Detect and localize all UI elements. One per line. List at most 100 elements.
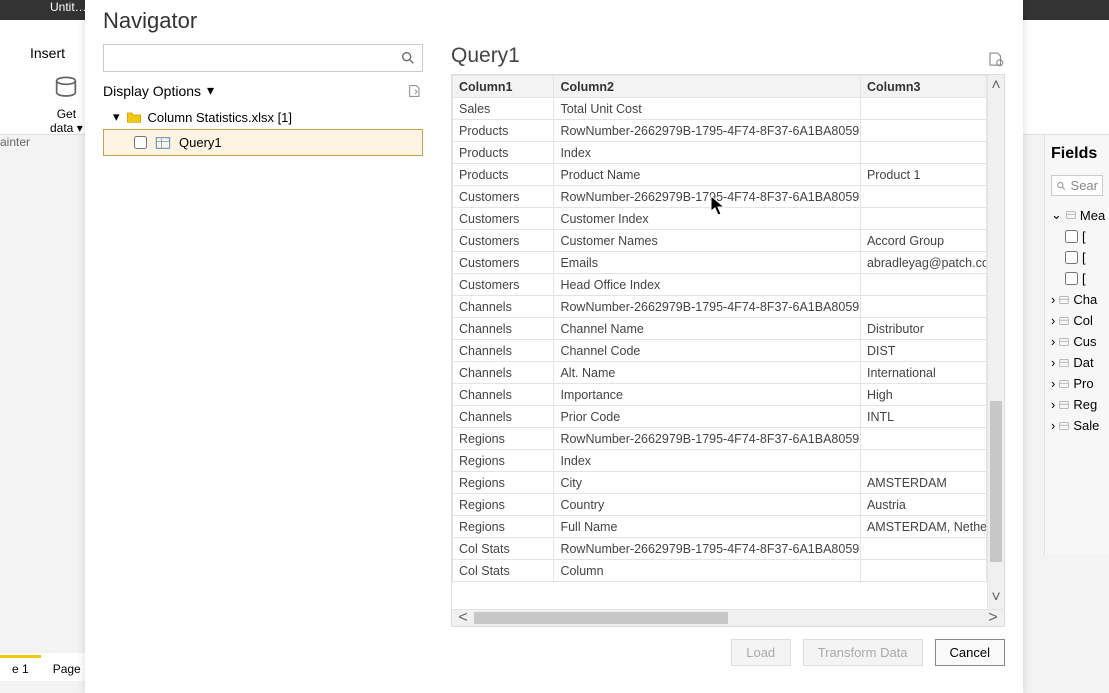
fields-table-item[interactable]: ›Sale	[1051, 415, 1103, 436]
fields-table-item[interactable]: ›Col	[1051, 310, 1103, 331]
table-cell[interactable]	[860, 142, 986, 164]
fields-table-item[interactable]: ⌄Mea	[1051, 204, 1103, 226]
table-cell[interactable]: City	[554, 472, 861, 494]
table-row[interactable]: Col StatsRowNumber-2662979B-1795-4F74-8F…	[453, 538, 987, 560]
table-cell[interactable]	[860, 98, 986, 120]
scroll-down-arrow[interactable]: ˅	[988, 587, 1004, 609]
table-row[interactable]: RegionsIndex	[453, 450, 987, 472]
table-cell[interactable]: Customers	[453, 230, 554, 252]
table-cell[interactable]: Products	[453, 142, 554, 164]
fields-measure-item[interactable]: [	[1051, 226, 1103, 247]
table-row[interactable]: RegionsCountryAustria	[453, 494, 987, 516]
table-cell[interactable]: Prior Code	[554, 406, 861, 428]
fields-table-item[interactable]: ›Dat	[1051, 352, 1103, 373]
table-row[interactable]: ChannelsChannel NameDistributor	[453, 318, 987, 340]
fields-table-item[interactable]: ›Cha	[1051, 289, 1103, 310]
table-cell[interactable]: Customer Names	[554, 230, 861, 252]
table-cell[interactable]: Channels	[453, 296, 554, 318]
table-cell[interactable]: Channels	[453, 340, 554, 362]
table-cell[interactable]	[860, 186, 986, 208]
table-cell[interactable]: Total Unit Cost	[554, 98, 861, 120]
get-data-button[interactable]: Get data ▾	[50, 75, 83, 135]
preview-table[interactable]: Column1Column2Column3 SalesTotal Unit Co…	[452, 75, 987, 609]
table-cell[interactable]: Channels	[453, 406, 554, 428]
table-row[interactable]: CustomersEmailsabradleyag@patch.com	[453, 252, 987, 274]
refresh-icon[interactable]	[407, 83, 423, 99]
table-cell[interactable]: Channel Code	[554, 340, 861, 362]
table-cell[interactable]: Index	[554, 450, 861, 472]
field-checkbox[interactable]	[1065, 272, 1078, 285]
table-cell[interactable]: RowNumber-2662979B-1795-4F74-8F37-6A1BA8…	[554, 296, 861, 318]
table-row[interactable]: CustomersHead Office Index	[453, 274, 987, 296]
table-row[interactable]: SalesTotal Unit Cost	[453, 98, 987, 120]
table-cell[interactable]: Sales	[453, 98, 554, 120]
table-cell[interactable]: Regions	[453, 516, 554, 538]
table-cell[interactable]: Regions	[453, 472, 554, 494]
table-row[interactable]: ChannelsRowNumber-2662979B-1795-4F74-8F3…	[453, 296, 987, 318]
fields-table-item[interactable]: ›Reg	[1051, 394, 1103, 415]
scroll-track[interactable]	[474, 610, 982, 626]
scroll-right-arrow[interactable]: ˃	[982, 610, 1004, 626]
tree-file-node[interactable]: ▾ Column Statistics.xlsx [1]	[103, 105, 423, 129]
table-cell[interactable]: RowNumber-2662979B-1795-4F74-8F37-6A1BA8…	[554, 428, 861, 450]
table-cell[interactable]: Col Stats	[453, 560, 554, 582]
table-cell[interactable]: Customers	[453, 274, 554, 296]
table-cell[interactable]: RowNumber-2662979B-1795-4F74-8F37-6A1BA8…	[554, 186, 861, 208]
table-row[interactable]: RegionsFull NameAMSTERDAM, Netherl	[453, 516, 987, 538]
table-cell[interactable]: RowNumber-2662979B-1795-4F74-8F37-6A1BA8…	[554, 120, 861, 142]
table-cell[interactable]: Accord Group	[860, 230, 986, 252]
table-cell[interactable]: Products	[453, 120, 554, 142]
column-header[interactable]: Column3	[860, 76, 986, 98]
table-cell[interactable]: Regions	[453, 450, 554, 472]
table-row[interactable]: ChannelsPrior CodeINTL	[453, 406, 987, 428]
navigator-search-input[interactable]	[110, 51, 400, 66]
table-cell[interactable]: Regions	[453, 494, 554, 516]
table-cell[interactable]: High	[860, 384, 986, 406]
table-cell[interactable]: RowNumber-2662979B-1795-4F74-8F37-6A1BA8…	[554, 538, 861, 560]
tree-item-checkbox[interactable]	[134, 136, 147, 149]
table-cell[interactable]: Col Stats	[453, 538, 554, 560]
table-cell[interactable]	[860, 428, 986, 450]
ribbon-tab-insert[interactable]: Insert	[30, 45, 65, 61]
fields-measure-item[interactable]: [	[1051, 268, 1103, 289]
table-cell[interactable]: Head Office Index	[554, 274, 861, 296]
transform-data-button[interactable]: Transform Data	[803, 639, 923, 666]
column-header[interactable]: Column1	[453, 76, 554, 98]
fields-search[interactable]: Sear	[1051, 175, 1103, 196]
table-row[interactable]: RegionsRowNumber-2662979B-1795-4F74-8F37…	[453, 428, 987, 450]
table-cell[interactable]: Full Name	[554, 516, 861, 538]
page-tab-1[interactable]: e 1	[0, 655, 41, 680]
fields-table-item[interactable]: ›Cus	[1051, 331, 1103, 352]
table-cell[interactable]	[860, 208, 986, 230]
table-row[interactable]: ProductsProduct NameProduct 1	[453, 164, 987, 186]
table-cell[interactable]	[860, 560, 986, 582]
table-cell[interactable]: Regions	[453, 428, 554, 450]
horizontal-scrollbar[interactable]: ˂ ˃	[452, 609, 1004, 626]
table-row[interactable]: CustomersCustomer NamesAccord Group	[453, 230, 987, 252]
table-cell[interactable]	[860, 274, 986, 296]
table-row[interactable]: ProductsIndex	[453, 142, 987, 164]
table-cell[interactable]: INTL	[860, 406, 986, 428]
table-cell[interactable]: Importance	[554, 384, 861, 406]
preview-options-icon[interactable]	[987, 50, 1005, 68]
table-cell[interactable]: Customers	[453, 208, 554, 230]
cancel-button[interactable]: Cancel	[935, 639, 1005, 666]
fields-table-item[interactable]: ›Pro	[1051, 373, 1103, 394]
table-row[interactable]: ChannelsChannel CodeDIST	[453, 340, 987, 362]
table-cell[interactable]: Channels	[453, 362, 554, 384]
table-cell[interactable]: DIST	[860, 340, 986, 362]
table-row[interactable]: ProductsRowNumber-2662979B-1795-4F74-8F3…	[453, 120, 987, 142]
column-header[interactable]: Column2	[554, 76, 861, 98]
table-cell[interactable]: abradleyag@patch.com	[860, 252, 986, 274]
table-row[interactable]: Col StatsColumn	[453, 560, 987, 582]
load-button[interactable]: Load	[731, 639, 791, 666]
table-cell[interactable]	[860, 296, 986, 318]
table-cell[interactable]: Customers	[453, 186, 554, 208]
table-cell[interactable]: Channels	[453, 384, 554, 406]
table-cell[interactable]: AMSTERDAM, Netherl	[860, 516, 986, 538]
table-cell[interactable]: International	[860, 362, 986, 384]
table-row[interactable]: ChannelsAlt. NameInternational	[453, 362, 987, 384]
table-cell[interactable]: Channel Name	[554, 318, 861, 340]
navigator-search[interactable]	[103, 44, 423, 72]
table-cell[interactable]: Customer Index	[554, 208, 861, 230]
